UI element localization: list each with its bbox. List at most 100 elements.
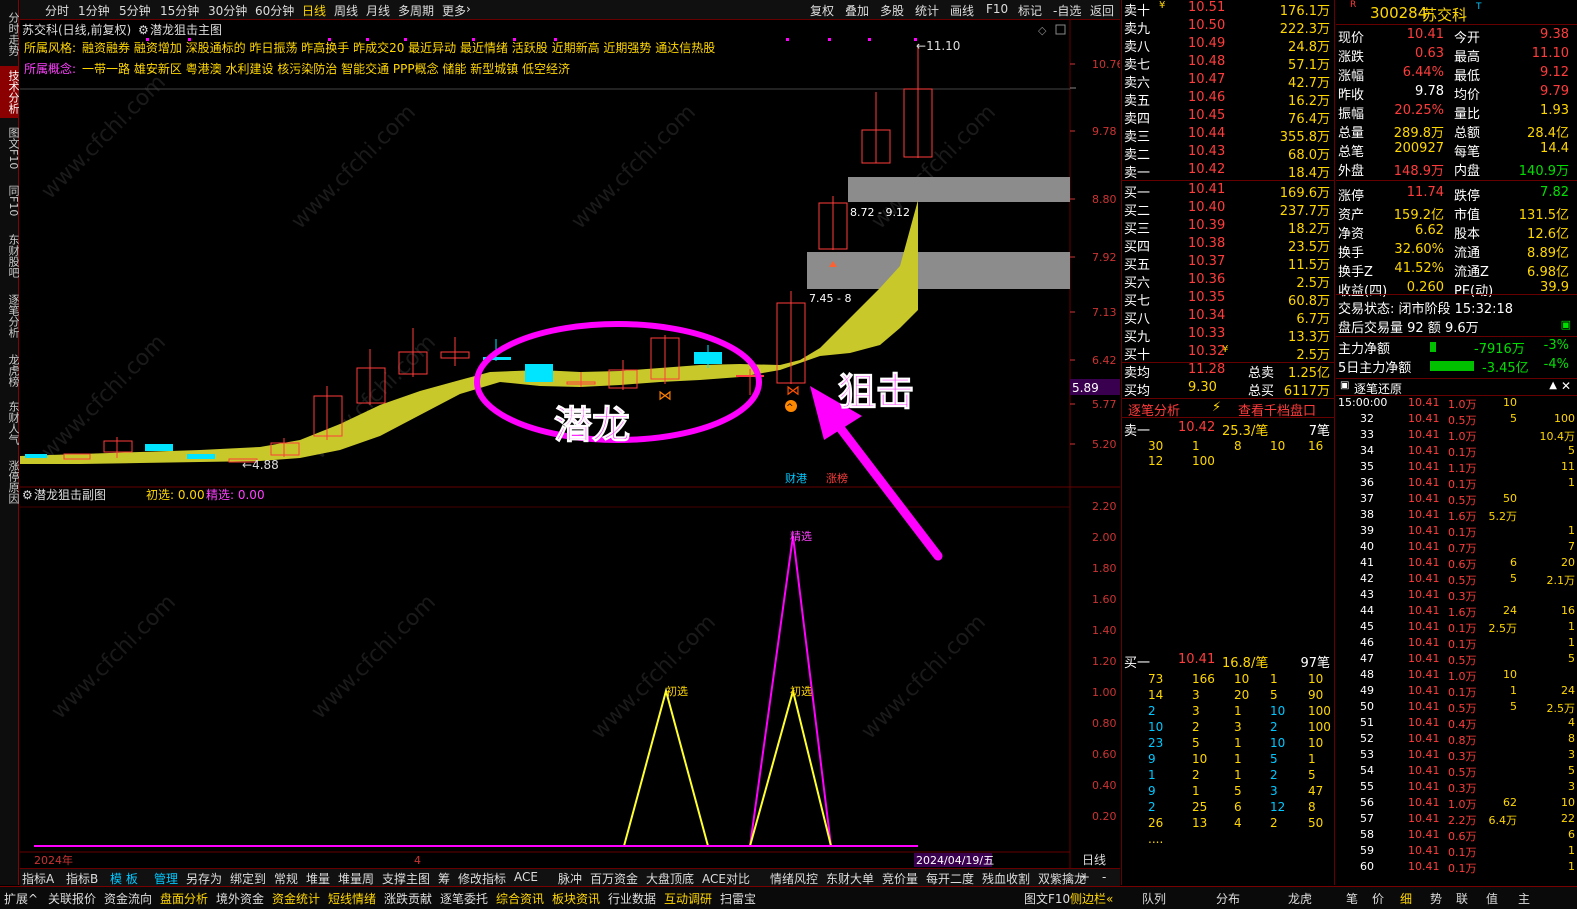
tick-volume: 0.1万 [1448, 862, 1477, 875]
chevron-right-icon[interactable]: › [466, 2, 471, 16]
bottom-tab[interactable]: 扫雷宝 [720, 890, 756, 907]
tab-full-depth[interactable]: 查看千档盘口 [1238, 400, 1316, 419]
bottom-tab[interactable]: 逐笔委托 [440, 890, 488, 907]
panel-tab[interactable]: 主 [1518, 890, 1530, 907]
bottom-tab[interactable]: 板块资讯 [552, 890, 600, 907]
indicator-tab-control[interactable]: + [1080, 870, 1090, 884]
indicator-tab[interactable]: 每开二度 [926, 870, 974, 887]
sidebar-tab-dragon-tiger[interactable]: 龙虎榜 [0, 348, 20, 392]
indicator-tab[interactable]: 模 板 [110, 870, 138, 887]
indicator-tab[interactable]: 另存为 [186, 870, 222, 887]
indicator-tab[interactable]: 修改指标 [458, 870, 506, 887]
bottom-tab[interactable]: 关联报价 [48, 890, 96, 907]
bottom-tab[interactable]: 扩展^ [4, 890, 38, 907]
sidebar-tab-limit-reason[interactable]: 涨停原因 [0, 454, 20, 510]
info-label: 收益(四) [1338, 284, 1388, 299]
period-weekly[interactable]: 周线 [334, 2, 358, 19]
indicator-tab[interactable]: 百万资金 [590, 870, 638, 887]
indicator-tab-control[interactable]: - [1102, 870, 1106, 884]
badge-caigang[interactable]: 财港 [785, 471, 807, 485]
tab-tick-analysis[interactable]: 逐笔分析 [1128, 400, 1180, 419]
panel-tab[interactable]: 龙虎 [1288, 890, 1312, 907]
sidebar-tab-tick-analysis[interactable]: 逐笔分析 [0, 288, 20, 344]
bottom-tab[interactable]: 盘面分析 [160, 890, 208, 907]
sub-indicator-name[interactable]: 潜龙狙击副图 [34, 488, 106, 502]
indicator-tab[interactable]: 残血收割 [982, 870, 1030, 887]
indicator-tab[interactable]: 竞价量 [882, 870, 918, 887]
toolbar-f10[interactable]: F10 [986, 2, 1008, 16]
toolbar-fuquan[interactable]: 复权 [810, 2, 834, 19]
tick-price: 10.41 [1408, 476, 1440, 489]
indicator-tab[interactable]: ACE对比 [702, 870, 750, 887]
period-30min[interactable]: 30分钟 [208, 2, 247, 19]
bottom-tab[interactable]: 行业数据 [608, 890, 656, 907]
sidebar-toggle[interactable]: 侧边栏« [1070, 890, 1113, 907]
period-5min[interactable]: 5分钟 [119, 2, 151, 19]
period-60min[interactable]: 60分钟 [255, 2, 294, 19]
indicator-tab[interactable]: ACE [514, 870, 538, 884]
indicator-tab[interactable]: 指标B [66, 870, 98, 887]
indicator-tab[interactable]: 双紫擒龙 [1038, 870, 1086, 887]
period-more[interactable]: 更多 [442, 2, 466, 19]
sidebar-tab-same-f10[interactable]: 同F10 [0, 178, 20, 224]
toolbar-overlay[interactable]: 叠加 [845, 2, 869, 19]
close-icon[interactable]: ✕ [1561, 379, 1571, 393]
indicator-tab[interactable]: 脉冲 [558, 870, 582, 887]
indicator-tab[interactable]: 指标A [22, 870, 54, 887]
tick-time: 55 [1360, 780, 1374, 793]
settings-icon[interactable]: ⚙ [138, 23, 149, 37]
collapse-icon[interactable]: ▣ [1561, 318, 1571, 331]
period-monthly[interactable]: 月线 [366, 2, 390, 19]
panel-tab[interactable]: 价 [1372, 890, 1384, 907]
bottom-tab[interactable]: 互动调研 [664, 890, 712, 907]
bottom-tab[interactable]: 综合资讯 [496, 890, 544, 907]
indicator-tab[interactable]: 东财大单 [826, 870, 874, 887]
sort-icon[interactable]: ▲ [1549, 380, 1557, 391]
toolbar-mark[interactable]: 标记 [1018, 2, 1042, 19]
indicator-tab[interactable]: 支撑主图 [382, 870, 430, 887]
bottom-tab[interactable]: 资金统计 [272, 890, 320, 907]
bottom-tab[interactable]: 短线情绪 [328, 890, 376, 907]
panel-tab[interactable]: 笔 [1346, 890, 1358, 907]
bottom-f10[interactable]: 图文F10 [1024, 890, 1070, 907]
bottom-tab[interactable]: 涨跌贡献 [384, 890, 432, 907]
collapse-icon[interactable]: ▣ [1340, 380, 1349, 391]
kline-chart[interactable]: www.cfchi.com www.cfchi.com www.cfchi.co… [20, 20, 1120, 868]
panel-tab[interactable]: 队列 [1142, 890, 1166, 907]
diamond-icon[interactable]: ◇ [1038, 24, 1047, 37]
indicator-tab[interactable]: 绑定到 [230, 870, 266, 887]
sidebar-tab-intraday[interactable]: 分时走势 [0, 2, 20, 66]
indicator-tab[interactable]: 堆量周 [338, 870, 374, 887]
settings-icon[interactable]: ⚙ [22, 488, 33, 502]
sidebar-tab-f10[interactable]: 图文F10 [0, 120, 20, 176]
panel-tab[interactable]: 细 [1400, 890, 1412, 907]
panel-tab[interactable]: 分布 [1216, 890, 1240, 907]
toolbar-stats[interactable]: 统计 [915, 2, 939, 19]
indicator-tab[interactable]: 常规 [274, 870, 298, 887]
period-15min[interactable]: 15分钟 [160, 2, 199, 19]
period-daily[interactable]: 日线 [302, 2, 326, 19]
indicator-tab[interactable]: 堆量 [306, 870, 330, 887]
queue-cell: 50 [1308, 816, 1324, 830]
period-fenshi[interactable]: 分时 [45, 2, 69, 19]
indicator-tab[interactable]: 筹 [438, 870, 450, 887]
badge-zhangbang[interactable]: 涨榜 [826, 471, 848, 485]
main-indicator-name[interactable]: 潜龙狙击主图 [150, 23, 222, 37]
period-multi[interactable]: 多周期 [398, 2, 434, 19]
toolbar-multistock[interactable]: 多股 [880, 2, 904, 19]
indicator-tab[interactable]: 大盘顶底 [646, 870, 694, 887]
indicator-tab[interactable]: 情绪风控 [770, 870, 818, 887]
toolbar-draw[interactable]: 画线 [950, 2, 974, 19]
sidebar-tab-popularity[interactable]: 东财人气 [0, 396, 20, 450]
panel-tab[interactable]: 值 [1486, 890, 1498, 907]
toolbar-watchlist[interactable]: -自选 [1053, 2, 1081, 19]
bottom-tab[interactable]: 资金流向 [104, 890, 152, 907]
toolbar-back[interactable]: 返回 [1090, 2, 1114, 19]
sidebar-tab-technical[interactable]: 技术分析 [0, 66, 20, 118]
indicator-tab[interactable]: 管理 [154, 870, 178, 887]
sidebar-tab-guba[interactable]: 东财股吧 [0, 228, 20, 284]
period-1min[interactable]: 1分钟 [78, 2, 110, 19]
panel-tab[interactable]: 势 [1430, 890, 1442, 907]
panel-tab[interactable]: 联 [1456, 890, 1468, 907]
bottom-tab[interactable]: 境外资金 [216, 890, 264, 907]
